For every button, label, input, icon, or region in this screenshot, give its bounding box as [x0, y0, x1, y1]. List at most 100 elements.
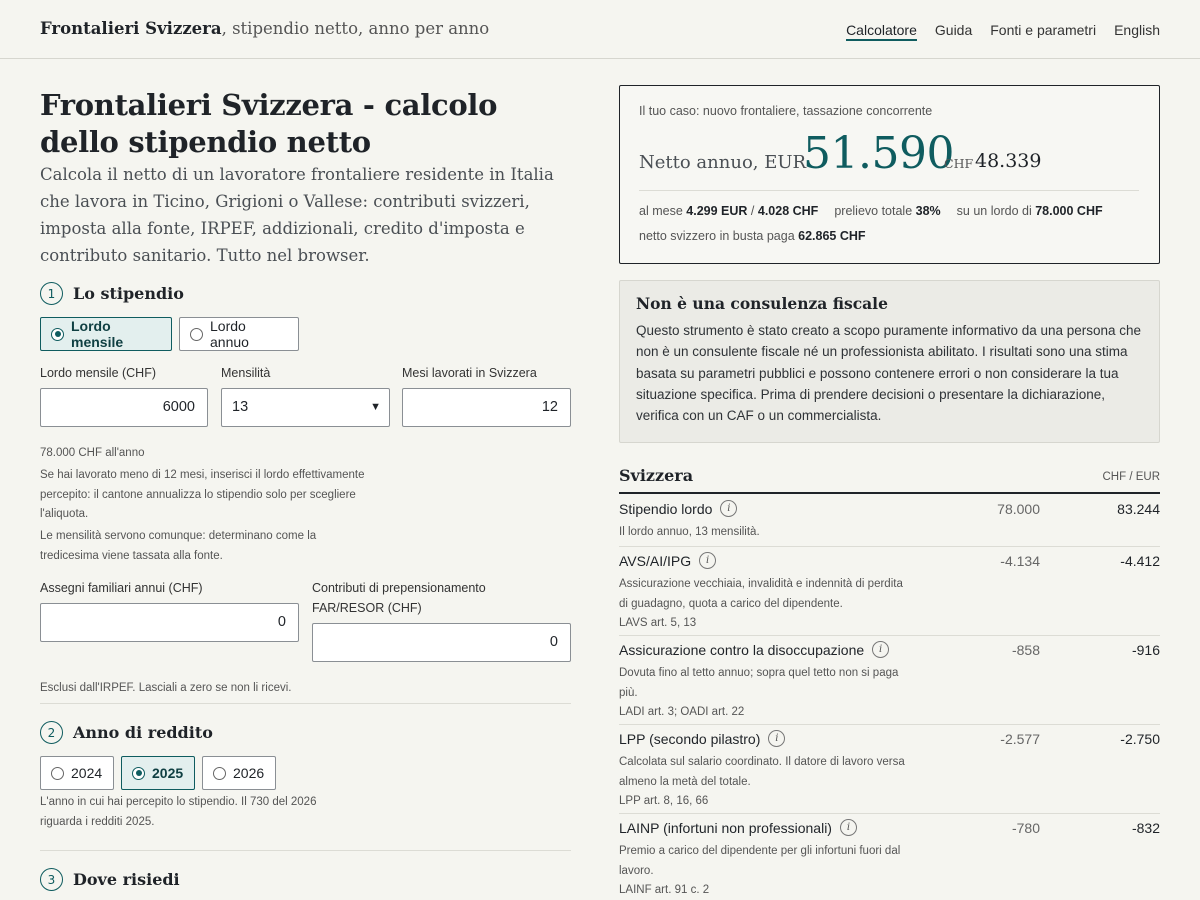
worked-months-input[interactable]: 12: [402, 388, 571, 427]
radio-label: 2026: [233, 765, 265, 781]
row-legal-ref: LPP art. 8, 16, 66: [619, 795, 709, 807]
chf-label: CHF: [944, 156, 974, 171]
disclaimer-text: Questo strumento è stato creato a scopo …: [636, 323, 1142, 424]
year-note: L'anno in cui hai percepito lo stipendio…: [40, 796, 317, 828]
row-eur: -832: [1131, 820, 1160, 836]
step-number: 1: [40, 282, 63, 305]
months-select[interactable]: 13 ▼: [221, 388, 390, 427]
net-annual-label: Netto annuo, EUR: [639, 152, 807, 173]
result-divider: [639, 190, 1139, 191]
table-title: Svizzera: [619, 466, 694, 485]
net-annual-chf: 48.339: [975, 150, 1042, 172]
row-name: Stipendio lordo i: [619, 500, 738, 517]
radio-dot-checked: [132, 766, 145, 780]
family-allowance-input[interactable]: 0: [40, 603, 299, 642]
row-legal-ref: LADI art. 3; OADI art. 22: [619, 706, 745, 718]
gross-monthly-input[interactable]: 6000: [40, 388, 208, 427]
case-description: Il tuo caso: nuovo frontaliere, tassazio…: [639, 104, 933, 118]
radio-dot: [213, 766, 226, 780]
monthly-label: al mese: [639, 204, 683, 218]
step-1-heading: 1 Lo stipendio: [40, 282, 184, 305]
brand-tagline: , stipendio netto, anno per anno: [221, 19, 490, 38]
info-icon[interactable]: i: [768, 730, 786, 747]
disclaimer-box: Non è una consulenza fiscale Questo stru…: [619, 280, 1160, 443]
row-description: Assicurazione vecchiaia, invalidità e in…: [619, 575, 909, 634]
row-label: AVS/AI/IPG: [619, 552, 692, 569]
step-number: 3: [40, 868, 63, 891]
step-2-heading: 2 Anno di reddito: [40, 721, 213, 744]
row-chf: -780: [1011, 820, 1040, 836]
step-title: Dove risiedi: [73, 870, 180, 889]
step-title: Lo stipendio: [73, 284, 184, 303]
excluded-note: Esclusi dall'IRPEF. Lasciali a zero se n…: [40, 682, 292, 694]
row-description: Dovuta fino al tetto annuo; sopra quel t…: [619, 664, 909, 723]
nav-link-english[interactable]: English: [1114, 22, 1160, 41]
net-annual-eur: 51.590: [803, 128, 954, 179]
row-eur: 83.244: [1117, 501, 1160, 517]
annual-gross-note: 78.000 CHF all'anno: [40, 447, 145, 459]
row-label: LPP (secondo pilastro): [619, 730, 761, 747]
table-row: AVS/AI/IPG i Assicurazione vecchiaia, inv…: [619, 546, 1160, 636]
step-number: 2: [40, 721, 63, 744]
radio-year-2026[interactable]: 2026: [202, 756, 276, 790]
info-icon[interactable]: i: [839, 819, 857, 836]
radio-label: 2024: [71, 765, 103, 781]
nav-link-calcolatore[interactable]: Calcolatore: [846, 22, 917, 41]
gross-basis-value: 78.000 CHF: [1035, 204, 1103, 218]
table-row: Stipendio lordo i Il lordo annuo, 13 mens…: [619, 494, 1160, 547]
row-eur: -2.750: [1120, 731, 1160, 747]
breakdown-table-header: Svizzera CHF / EUR: [619, 466, 1160, 494]
radio-year-2025[interactable]: 2025: [121, 756, 195, 790]
row-name: AVS/AI/IPG i: [619, 552, 717, 569]
page-lead: Calcola il netto di un lavoratore fronta…: [40, 165, 554, 265]
nav-link-fonti[interactable]: Fonti e parametri: [990, 22, 1096, 41]
row-chf: -4.134: [1000, 553, 1040, 569]
info-icon[interactable]: i: [872, 641, 890, 658]
row-legal-ref: LAVS art. 5, 13: [619, 617, 697, 629]
row-label: Stipendio lordo: [619, 500, 713, 517]
chevron-down-icon: ▼: [370, 401, 381, 413]
total-levy: prelievo totale 38%: [834, 204, 940, 218]
result-card: Il tuo caso: nuovo frontaliere, tassazio…: [619, 85, 1160, 264]
row-label: Assicurazione contro la disoccupazione: [619, 641, 865, 658]
gross-monthly-label: Lordo mensile (CHF): [40, 366, 157, 380]
monthly-separator: /: [750, 204, 755, 218]
radio-dot: [190, 327, 203, 341]
row-name: LAINP (infortuni non professionali) i: [619, 819, 857, 836]
step-title: Anno di reddito: [73, 723, 213, 742]
row-description: Premio a carico del dipendente per gli i…: [619, 842, 909, 900]
brand-name: Frontalieri Svizzera: [40, 19, 222, 38]
months-select-value: 13: [232, 399, 249, 415]
section-divider: [40, 850, 571, 851]
swiss-net-row: netto svizzero in busta paga 62.865 CHF: [639, 229, 866, 243]
radio-label: Lordo annuo: [210, 318, 249, 350]
info-icon[interactable]: i: [720, 500, 738, 517]
table-row: Assicurazione contro la disoccupazione i …: [619, 635, 1160, 725]
radio-label: 2025: [152, 765, 184, 781]
top-bar: Frontalieri Svizzera, stipendio netto, a…: [0, 0, 1200, 59]
swiss-net-label: netto svizzero in busta paga: [639, 229, 795, 243]
radio-year-2024[interactable]: 2024: [40, 756, 114, 790]
row-name: Assicurazione contro la disoccupazione i: [619, 641, 890, 658]
row-desc-text: Calcolata sul salario coordinato. Il dat…: [619, 756, 905, 788]
table-row: LPP (secondo pilastro) i Calcolata sul sa…: [619, 724, 1160, 814]
monthly-net: al mese 4.299 EUR / 4.028 CHF: [639, 204, 818, 218]
levy-value: 38%: [915, 204, 941, 218]
row-desc-text: Premio a carico del dipendente per gli i…: [619, 845, 901, 877]
info-icon[interactable]: i: [699, 552, 717, 569]
radio-lordo-mensile[interactable]: Lordo mensile: [40, 317, 172, 351]
levy-label: prelievo totale: [834, 204, 913, 218]
radio-dot-checked: [51, 327, 64, 341]
row-chf: 78.000: [997, 501, 1040, 517]
row-desc-text: Dovuta fino al tetto annuo; sopra quel t…: [619, 667, 899, 699]
radio-dot: [51, 766, 64, 780]
swiss-net-value: 62.865 CHF: [798, 229, 866, 243]
worked-months-label: Mesi lavorati in Svizzera: [402, 366, 537, 380]
row-description: Calcolata sul salario coordinato. Il dat…: [619, 753, 909, 812]
family-allowance-label: Assegni familiari annui (CHF): [40, 581, 203, 595]
pension-input[interactable]: 0: [312, 623, 571, 662]
site-brand[interactable]: Frontalieri Svizzera, stipendio netto, a…: [40, 19, 489, 38]
nav-link-guida[interactable]: Guida: [935, 22, 972, 41]
result-summary-row: al mese 4.299 EUR / 4.028 CHF prelievo t…: [639, 204, 1103, 218]
radio-lordo-annuo[interactable]: Lordo annuo: [179, 317, 299, 351]
